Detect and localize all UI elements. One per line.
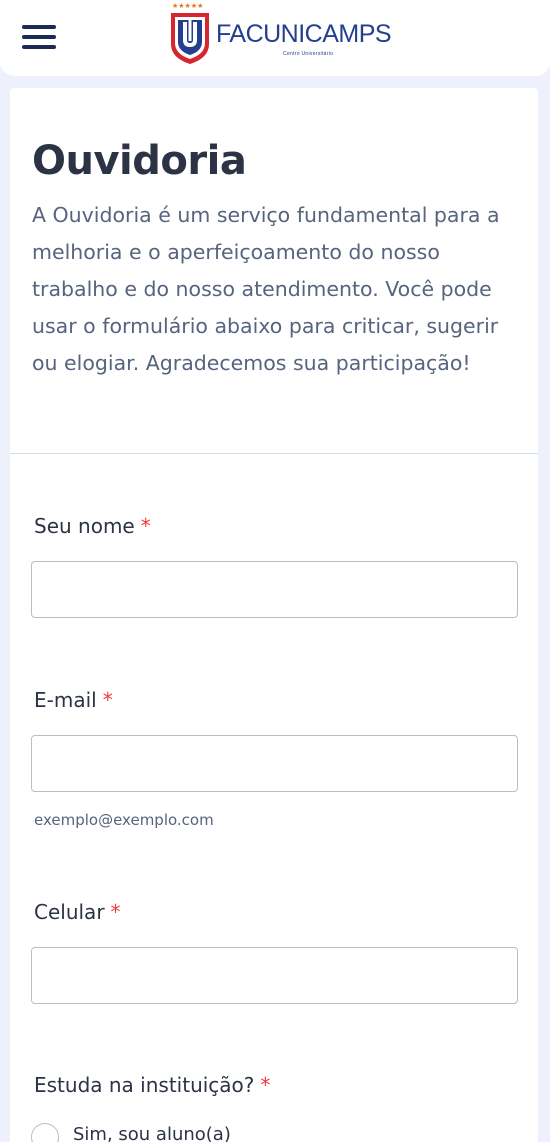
phone-field-label: Celular * xyxy=(34,900,121,924)
phone-input[interactable] xyxy=(31,947,518,1004)
required-mark: * xyxy=(102,688,113,712)
logo-wordmark: FACUNICAMPS xyxy=(216,20,392,48)
email-sublabel: exemplo@exemplo.com xyxy=(34,811,214,829)
menu-bar xyxy=(22,45,56,49)
name-input[interactable] xyxy=(31,561,518,618)
name-field-label: Seu nome * xyxy=(34,514,151,538)
ouvidoria-form-card: Ouvidoria A Ouvidoria é um serviço funda… xyxy=(10,88,538,1142)
required-mark: * xyxy=(140,514,151,538)
student-option-label: Sim, sou aluno(a) xyxy=(73,1124,231,1142)
menu-bar xyxy=(22,25,56,29)
hamburger-menu-icon[interactable] xyxy=(22,24,56,50)
page-title: Ouvidoria xyxy=(32,138,247,184)
facunicamps-logo[interactable]: ★★★★★ FACUNICAMPS Centro Universitário xyxy=(168,2,408,68)
email-label-text: E-mail xyxy=(34,688,97,712)
site-header: ★★★★★ FACUNICAMPS Centro Universitário xyxy=(0,0,550,76)
student-field-label: Estuda na instituição? * xyxy=(34,1073,270,1097)
email-input[interactable] xyxy=(31,735,518,792)
name-label-text: Seu nome xyxy=(34,514,135,538)
logo-shield-icon xyxy=(171,13,209,64)
radio-button[interactable] xyxy=(31,1123,59,1142)
email-field-label: E-mail * xyxy=(34,688,113,712)
menu-bar xyxy=(22,35,56,39)
logo-stars: ★★★★★ xyxy=(172,3,204,10)
intro-text: A Ouvidoria é um serviço fundamental par… xyxy=(32,203,500,375)
required-mark: * xyxy=(110,900,121,924)
section-divider xyxy=(10,453,538,454)
phone-label-text: Celular xyxy=(34,900,105,924)
required-mark: * xyxy=(260,1073,271,1097)
student-label-text: Estuda na instituição? xyxy=(34,1073,255,1097)
logo-subtext: Centro Universitário xyxy=(283,51,334,57)
